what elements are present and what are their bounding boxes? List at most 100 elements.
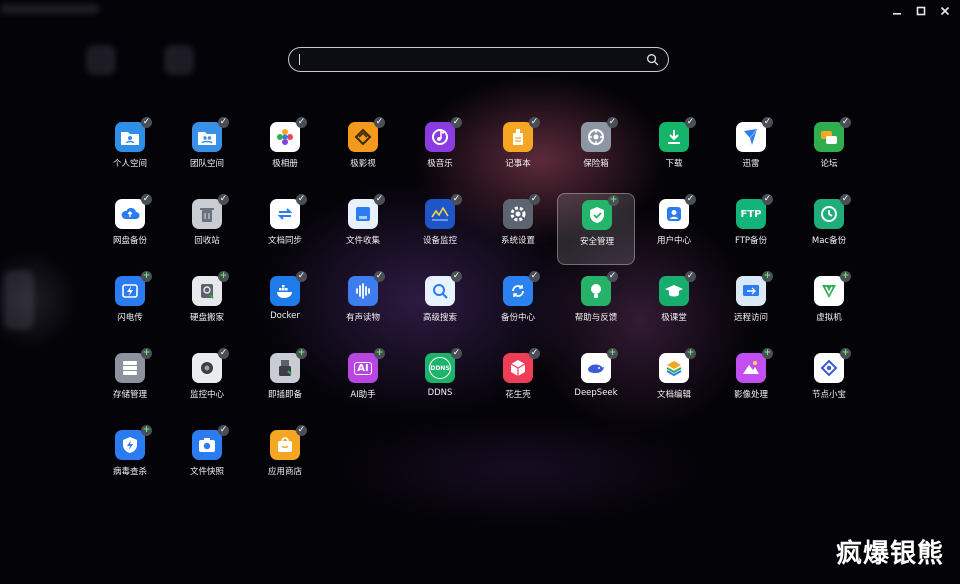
pinned-badge-icon[interactable]: ✓ xyxy=(218,194,229,205)
close-button[interactable] xyxy=(936,4,954,18)
pinned-badge-icon[interactable]: ✓ xyxy=(840,117,851,128)
pinned-badge-icon[interactable]: ✓ xyxy=(296,425,307,436)
app-tile[interactable]: ✓ 下载 xyxy=(635,116,713,188)
pinned-badge-icon[interactable]: ✓ xyxy=(607,117,618,128)
pinned-badge-icon[interactable]: ✓ xyxy=(840,194,851,205)
pinned-badge-icon[interactable]: ✓ xyxy=(529,117,540,128)
notepad-icon xyxy=(503,122,533,152)
app-tile[interactable]: ✓ 花生壳 xyxy=(479,347,557,419)
pinned-badge-icon[interactable]: ✓ xyxy=(762,117,773,128)
app-tile[interactable]: ✓ 帮助与反馈 xyxy=(557,270,635,342)
app-tile[interactable]: ✓ 文档同步 xyxy=(246,193,324,265)
app-tile[interactable]: ✓ 回收站 xyxy=(168,193,246,265)
app-tile[interactable]: ✓ 备份中心 xyxy=(479,270,557,342)
app-tile[interactable]: + 影像处理 xyxy=(712,347,790,419)
app-tile[interactable]: ✓ 应用商店 xyxy=(246,424,324,496)
app-tile[interactable]: AI + AI助手 xyxy=(324,347,402,419)
pinned-badge-icon[interactable]: ✓ xyxy=(685,194,696,205)
pinned-badge-icon[interactable]: ✓ xyxy=(451,271,462,282)
search-input[interactable] xyxy=(299,51,633,69)
app-tile[interactable]: + 存储管理 xyxy=(91,347,169,419)
flash-transfer-icon xyxy=(115,276,145,306)
add-badge-icon[interactable]: + xyxy=(141,348,152,359)
app-tile[interactable]: + 远程访问 xyxy=(712,270,790,342)
app-tile[interactable]: ✓ 迅雷 xyxy=(712,116,790,188)
app-tile[interactable]: ✓ Mac备份 xyxy=(790,193,868,265)
maximize-button[interactable] xyxy=(912,4,930,18)
pinned-badge-icon[interactable]: ✓ xyxy=(451,117,462,128)
pinned-badge-icon[interactable]: ✓ xyxy=(374,194,385,205)
pinned-badge-icon[interactable]: ✓ xyxy=(218,117,229,128)
app-tile[interactable]: ✓ 论坛 xyxy=(790,116,868,188)
add-badge-icon[interactable]: + xyxy=(296,348,307,359)
pinned-badge-icon[interactable]: ✓ xyxy=(141,117,152,128)
pinned-badge-icon[interactable]: ✓ xyxy=(529,194,540,205)
add-badge-icon[interactable]: + xyxy=(685,348,696,359)
pinned-badge-icon[interactable]: ✓ xyxy=(607,271,618,282)
app-tile[interactable]: ✓ 设备监控 xyxy=(401,193,479,265)
pinned-badge-icon[interactable]: ✓ xyxy=(218,348,229,359)
app-tile[interactable]: + 硬盘搬家 xyxy=(168,270,246,342)
app-tile[interactable]: DDNS ✓ DDNS xyxy=(401,347,479,419)
app-tile[interactable]: ✓ Docker xyxy=(246,270,324,342)
app-tile[interactable]: ✓ 极课堂 xyxy=(635,270,713,342)
graduation-cap-icon xyxy=(659,276,689,306)
search-icon[interactable] xyxy=(646,53,659,66)
app-tile[interactable]: ✓ 用户中心 xyxy=(635,193,713,265)
pinned-badge-icon[interactable]: ✓ xyxy=(685,117,696,128)
pinned-badge-icon[interactable]: ✓ xyxy=(374,271,385,282)
app-tile[interactable]: ✓ 有声读物 xyxy=(324,270,402,342)
app-tile[interactable]: FTP ✓ FTP备份 xyxy=(712,193,790,265)
app-tile[interactable]: ✓ 监控中心 xyxy=(168,347,246,419)
add-badge-icon[interactable]: + xyxy=(608,195,619,206)
add-badge-icon[interactable]: + xyxy=(218,271,229,282)
add-badge-icon[interactable]: + xyxy=(374,348,385,359)
add-badge-icon[interactable]: + xyxy=(840,348,851,359)
add-badge-icon[interactable]: + xyxy=(762,271,773,282)
app-tile[interactable]: + 文档编辑 xyxy=(635,347,713,419)
app-tile[interactable]: ✓ 高级搜索 xyxy=(401,270,479,342)
app-tile[interactable]: ✓ 极相册 xyxy=(246,116,324,188)
pinned-badge-icon[interactable]: ✓ xyxy=(529,271,540,282)
pinned-badge-icon[interactable]: ✓ xyxy=(685,271,696,282)
add-badge-icon[interactable]: + xyxy=(141,271,152,282)
pinned-badge-icon[interactable]: ✓ xyxy=(296,117,307,128)
cloud-backup-icon xyxy=(115,199,145,229)
app-tile[interactable]: + 虚拟机 xyxy=(790,270,868,342)
app-label: 监控中心 xyxy=(189,390,224,400)
app-label: 文件快照 xyxy=(189,467,224,477)
app-tile[interactable]: ✓ 极影视 xyxy=(324,116,402,188)
pinned-badge-icon[interactable]: ✓ xyxy=(141,194,152,205)
app-tile[interactable]: ✓ 网盘备份 xyxy=(91,193,169,265)
app-tile[interactable]: + 病毒查杀 xyxy=(91,424,169,496)
pinned-badge-icon[interactable]: ✓ xyxy=(451,194,462,205)
app-tile[interactable]: ✓ 团队空间 xyxy=(168,116,246,188)
app-tile[interactable]: ✓ 系统设置 xyxy=(479,193,557,265)
app-tile[interactable]: ✓ 极音乐 xyxy=(401,116,479,188)
app-tile[interactable]: ✓ 文件快照 xyxy=(168,424,246,496)
pinned-badge-icon[interactable]: ✓ xyxy=(762,194,773,205)
app-tile[interactable]: + 即插即备 xyxy=(246,347,324,419)
app-tile[interactable]: ✓ 记事本 xyxy=(479,116,557,188)
search-bar[interactable] xyxy=(288,47,669,72)
app-tile[interactable]: ✓ 文件收集 xyxy=(324,193,402,265)
pinned-badge-icon[interactable]: ✓ xyxy=(296,271,307,282)
pinned-badge-icon[interactable]: ✓ xyxy=(218,425,229,436)
add-badge-icon[interactable]: + xyxy=(762,348,773,359)
storage-icon xyxy=(115,353,145,383)
add-badge-icon[interactable]: + xyxy=(840,271,851,282)
add-badge-icon[interactable]: + xyxy=(607,348,618,359)
app-tile[interactable]: ✓ 个人空间 xyxy=(91,116,169,188)
pinned-badge-icon[interactable]: ✓ xyxy=(374,117,385,128)
pinned-badge-icon[interactable]: ✓ xyxy=(296,194,307,205)
add-badge-icon[interactable]: + xyxy=(141,425,152,436)
pinned-badge-icon[interactable]: ✓ xyxy=(529,348,540,359)
app-tile[interactable]: + DeepSeek xyxy=(557,347,635,419)
app-tile[interactable]: + 安全管理 xyxy=(557,193,635,265)
pinned-badge-icon[interactable]: ✓ xyxy=(451,348,462,359)
app-label: 远程访问 xyxy=(733,313,768,323)
app-tile[interactable]: ✓ 保险箱 xyxy=(557,116,635,188)
app-tile[interactable]: + 节点小宝 xyxy=(790,347,868,419)
app-tile[interactable]: + 闪电传 xyxy=(91,270,169,342)
minimize-button[interactable] xyxy=(888,4,906,18)
